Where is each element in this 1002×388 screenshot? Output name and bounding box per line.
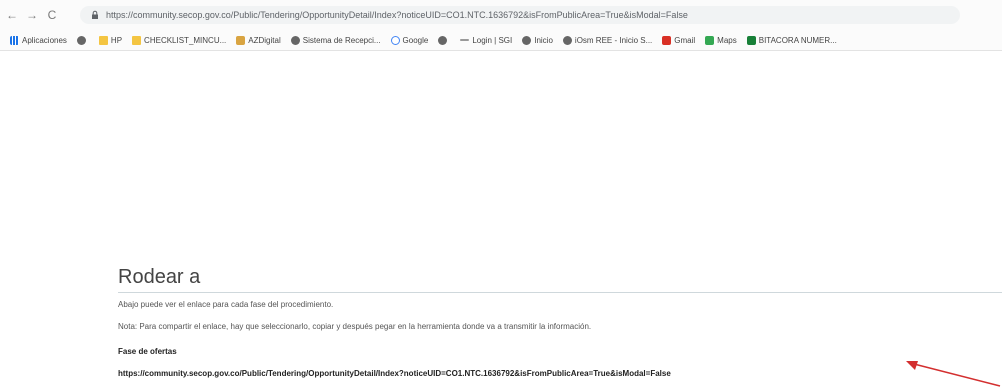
gmail-icon	[662, 35, 672, 45]
sheet-icon	[746, 35, 756, 45]
bookmark-label: Maps	[717, 35, 737, 45]
google-icon	[390, 35, 400, 45]
bookmark-label: Inicio	[534, 35, 553, 45]
bookmark-item[interactable]: Gmail	[662, 35, 696, 45]
phase-link[interactable]: https://community.secop.gov.co/Public/Te…	[118, 369, 671, 378]
bookmark-item[interactable]: Google	[390, 35, 429, 45]
page-title: Rodear a	[118, 266, 201, 288]
bookmark-item[interactable]: Sistema de Recepci...	[290, 35, 381, 45]
bookmark-label: iOsm REE - Inicio S...	[574, 35, 653, 45]
dash-icon	[460, 39, 470, 41]
bookmark-label: CHECKLIST_MINCU...	[144, 35, 227, 45]
browser-toolbar: ← → C https://community.secop.gov.co/Pub…	[0, 0, 1002, 30]
back-button[interactable]: ←	[4, 7, 20, 23]
bookmark-item[interactable]: iOsm REE - Inicio S...	[562, 35, 653, 45]
apps-icon	[10, 35, 19, 45]
bookmark-item[interactable]	[76, 35, 89, 45]
red-arrow-annotation	[906, 361, 1001, 387]
maps-icon	[705, 35, 715, 45]
globe-icon	[290, 35, 300, 45]
phase-title: Fase de ofertas	[118, 347, 177, 356]
bookmark-label: AZDigital	[248, 35, 281, 45]
bookmark-label: Google	[402, 35, 429, 45]
forward-button[interactable]: →	[24, 7, 40, 23]
lock-icon	[92, 10, 98, 19]
bookmark-item[interactable]: Maps	[705, 35, 737, 45]
folder-icon	[132, 35, 142, 45]
reload-button[interactable]: C	[44, 7, 60, 23]
globe-icon	[438, 35, 448, 45]
heading-divider	[118, 292, 1002, 293]
bookmark-item[interactable]: Aplicaciones	[10, 35, 67, 45]
note-text: Nota: Para compartir el enlace, hay que …	[118, 322, 592, 331]
bookmark-label: BITACORA NUMER...	[758, 35, 837, 45]
bookmark-item[interactable]: CHECKLIST_MINCU...	[132, 35, 227, 45]
bookmark-label: Gmail	[674, 35, 696, 45]
bookmark-item[interactable]: BITACORA NUMER...	[746, 35, 837, 45]
globe-icon	[76, 35, 86, 45]
bookmark-label: Login | SGI	[472, 35, 513, 45]
bookmark-label: HP	[110, 35, 123, 45]
bookmark-label: Sistema de Recepci...	[302, 35, 381, 45]
folder-icon	[98, 35, 108, 45]
globe-icon	[562, 35, 572, 45]
address-bar[interactable]: https://community.secop.gov.co/Public/Te…	[80, 6, 960, 24]
bookmark-item[interactable]: Login | SGI	[460, 36, 512, 45]
intro-text: Abajo puede ver el enlace para cada fase…	[118, 300, 334, 309]
star-icon	[236, 35, 246, 45]
globe-icon	[522, 35, 532, 45]
url-text[interactable]: https://community.secop.gov.co/Public/Te…	[106, 10, 688, 20]
bookmark-item[interactable]	[438, 35, 450, 45]
bookmark-label: Aplicaciones	[22, 35, 67, 45]
bookmarks-bar: Aplicaciones HP CHECKLIST_MINCU... AZDigita…	[0, 30, 1002, 51]
bookmark-item[interactable]: HP	[98, 35, 123, 45]
bookmark-item[interactable]: AZDigital	[236, 35, 281, 45]
bookmark-item[interactable]: Inicio	[522, 35, 553, 45]
